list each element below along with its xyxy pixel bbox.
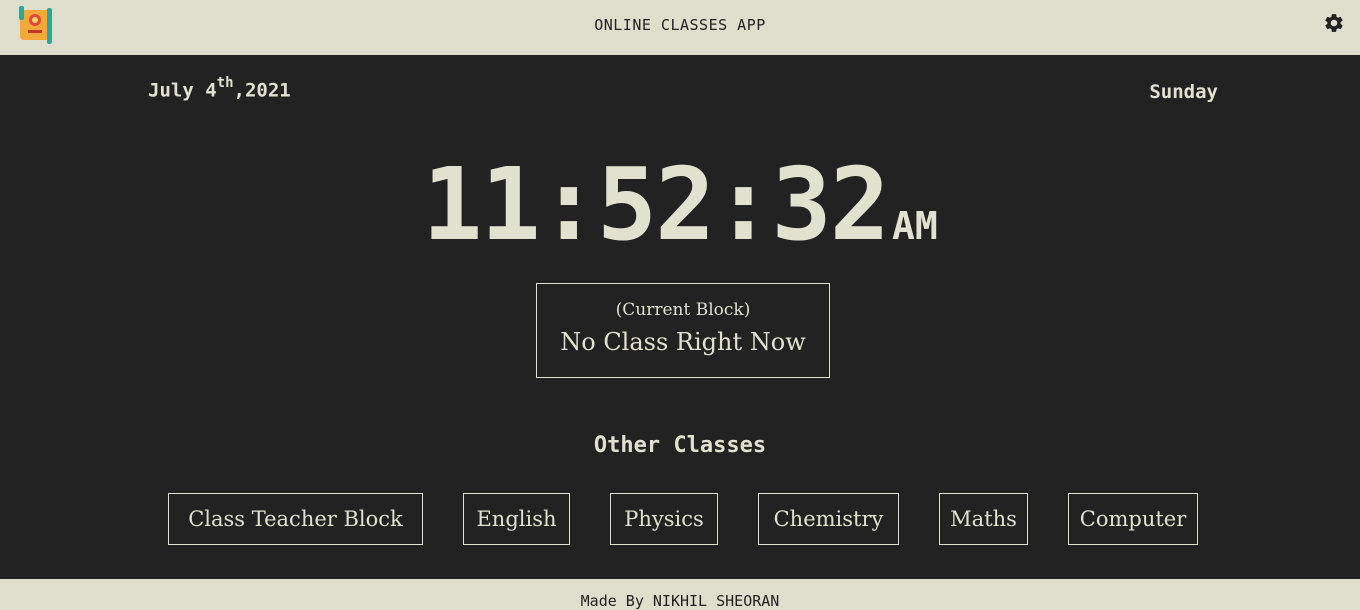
main-panel: July 4th,2021 Sunday 11:52:32 AM (Current… xyxy=(0,55,1360,579)
gear-icon[interactable] xyxy=(1323,12,1345,34)
date-display: July 4th,2021 xyxy=(148,75,291,102)
date-year: ,2021 xyxy=(233,79,291,102)
date-month-day: July 4 xyxy=(148,79,217,102)
clock-display: 11:52:32 AM xyxy=(0,155,1360,255)
footer-bar: Made By NIKHIL SHEORAN xyxy=(0,579,1360,610)
class-button-english[interactable]: English xyxy=(463,493,570,545)
clock-time: 11:52:32 xyxy=(422,146,890,263)
weekday-display: Sunday xyxy=(1149,81,1218,103)
top-bar: ONLINE CLASSES APP xyxy=(0,0,1360,55)
app-title: ONLINE CLASSES APP xyxy=(594,16,766,34)
footer-credit: Made By NIKHIL SHEORAN xyxy=(580,592,780,610)
current-block-value: No Class Right Now xyxy=(560,328,806,356)
current-block-label: (Current Block) xyxy=(615,300,751,320)
class-button-class-teacher-block[interactable]: Class Teacher Block xyxy=(168,493,423,545)
class-button-chemistry[interactable]: Chemistry xyxy=(758,493,899,545)
current-block-card[interactable]: (Current Block) No Class Right Now xyxy=(536,283,830,378)
clock-meridiem: AM xyxy=(891,204,938,248)
date-suffix: th xyxy=(216,75,234,91)
class-button-physics[interactable]: Physics xyxy=(610,493,718,545)
other-classes-title: Other Classes xyxy=(593,433,767,458)
class-button-computer[interactable]: Computer xyxy=(1068,493,1198,545)
class-button-maths[interactable]: Maths xyxy=(939,493,1028,545)
